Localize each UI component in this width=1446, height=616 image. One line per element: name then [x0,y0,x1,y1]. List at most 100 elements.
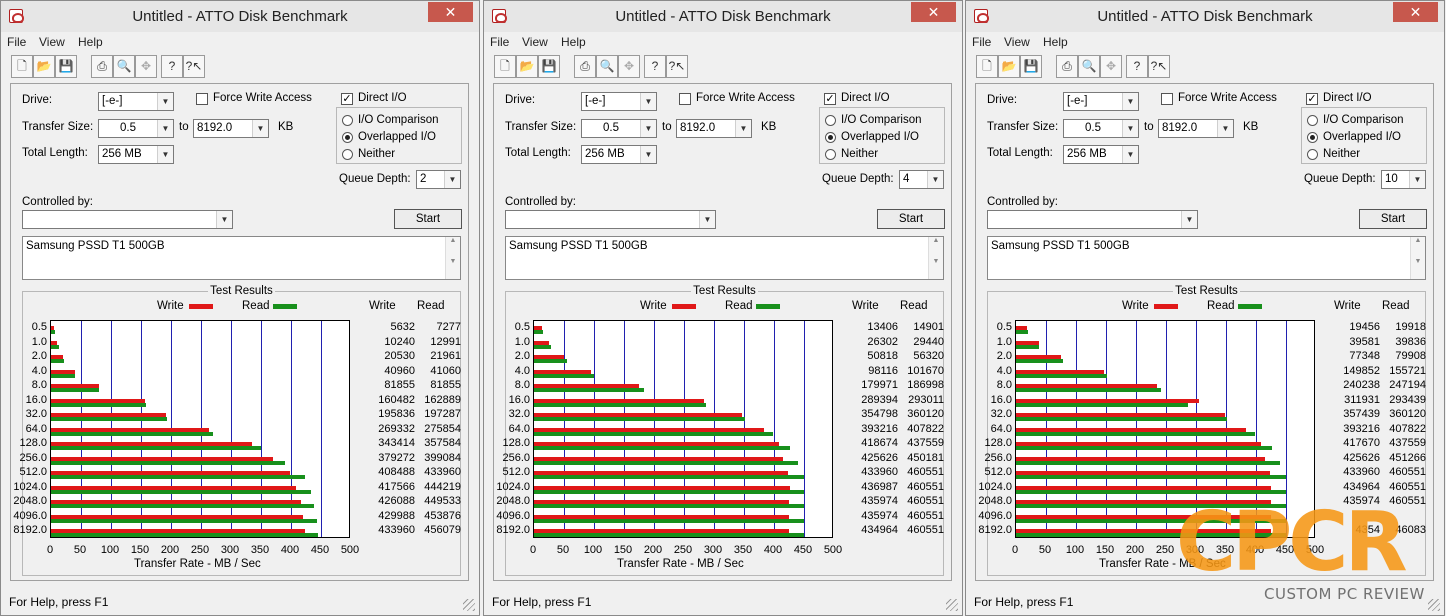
context-help-icon[interactable]: ?↖ [666,55,688,78]
description-scrollbar[interactable]: ▲ ▼ [928,237,943,279]
open-folder-icon[interactable]: 📂 [516,55,538,78]
new-file-icon[interactable]: 🗋 [976,55,998,78]
menu-help[interactable]: Help [561,35,586,49]
help-icon[interactable]: ? [644,55,666,78]
description-scrollbar[interactable]: ▲ ▼ [1410,237,1425,279]
drive-select[interactable]: [-e-] ▼ [1063,92,1139,111]
chevron-down-icon[interactable]: ▼ [699,211,715,228]
chevron-down-icon[interactable]: ▼ [157,93,173,110]
move-icon[interactable]: ✥ [618,55,640,78]
print-icon[interactable]: ⎙ [1056,55,1078,78]
start-button[interactable]: Start [394,209,462,229]
print-icon[interactable]: ⎙ [91,55,113,78]
controlled-by-select[interactable]: ▼ [987,210,1198,229]
menu-view[interactable]: View [522,35,548,49]
chevron-down-icon[interactable]: ▼ [444,171,460,188]
chevron-down-icon[interactable]: ▼ [640,146,656,163]
chevron-down-icon[interactable]: ▼ [1181,211,1197,228]
open-folder-icon[interactable]: 📂 [33,55,55,78]
chevron-down-icon[interactable]: ▼ [640,120,656,137]
force-write-checkbox[interactable] [679,93,691,105]
direct-io-checkbox[interactable]: ✓ [824,93,836,105]
chevron-down-icon[interactable]: ▼ [157,120,173,137]
description-textarea[interactable]: Samsung PSSD T1 500GB ▲ ▼ [505,236,944,280]
description-textarea[interactable]: Samsung PSSD T1 500GB ▲ ▼ [22,236,461,280]
title-bar[interactable]: Untitled - ATTO Disk Benchmark ✕ [966,1,1444,32]
menu-file[interactable]: File [490,35,509,49]
open-folder-icon[interactable]: 📂 [998,55,1020,78]
save-icon[interactable]: 💾 [1020,55,1042,78]
overlapped-io-radio[interactable] [825,132,836,143]
direct-io-checkbox[interactable]: ✓ [1306,93,1318,105]
move-icon[interactable]: ✥ [135,55,157,78]
print-preview-icon[interactable]: 🔍 [113,55,135,78]
context-help-icon[interactable]: ?↖ [183,55,205,78]
resize-grip-icon[interactable] [463,599,475,611]
menu-file[interactable]: File [7,35,26,49]
io-comparison-radio[interactable] [1307,115,1318,126]
transfer-size-to-select[interactable]: 8192.0 ▼ [193,119,269,138]
overlapped-io-radio[interactable] [342,132,353,143]
neither-radio[interactable] [825,149,836,160]
queue-depth-select[interactable]: 4 ▼ [899,170,944,189]
chevron-down-icon[interactable]: ▼ [252,120,268,137]
chevron-down-icon[interactable]: ▼ [927,171,943,188]
force-write-checkbox[interactable] [196,93,208,105]
io-comparison-radio[interactable] [825,115,836,126]
print-icon[interactable]: ⎙ [574,55,596,78]
chevron-down-icon[interactable]: ▼ [1122,146,1138,163]
force-write-checkbox[interactable] [1161,93,1173,105]
menu-view[interactable]: View [1004,35,1030,49]
transfer-size-from-select[interactable]: 0.5 ▼ [1063,119,1139,138]
transfer-size-to-select[interactable]: 8192.0 ▼ [676,119,752,138]
help-icon[interactable]: ? [1126,55,1148,78]
queue-depth-select[interactable]: 10 ▼ [1381,170,1426,189]
overlapped-io-radio[interactable] [1307,132,1318,143]
chevron-down-icon[interactable]: ▼ [735,120,751,137]
neither-radio[interactable] [1307,149,1318,160]
context-help-icon[interactable]: ?↖ [1148,55,1170,78]
drive-select[interactable]: [-e-] ▼ [98,92,174,111]
save-icon[interactable]: 💾 [55,55,77,78]
chevron-down-icon[interactable]: ▼ [640,93,656,110]
queue-depth-select[interactable]: 2 ▼ [416,170,461,189]
move-icon[interactable]: ✥ [1100,55,1122,78]
drive-select[interactable]: [-e-] ▼ [581,92,657,111]
chevron-down-icon[interactable]: ▼ [1122,120,1138,137]
total-length-select[interactable]: 256 MB ▼ [98,145,174,164]
menu-help[interactable]: Help [1043,35,1068,49]
controlled-by-select[interactable]: ▼ [505,210,716,229]
chevron-down-icon[interactable]: ▼ [157,146,173,163]
print-preview-icon[interactable]: 🔍 [1078,55,1100,78]
resize-grip-icon[interactable] [1428,599,1440,611]
io-comparison-radio[interactable] [342,115,353,126]
direct-io-checkbox[interactable]: ✓ [341,93,353,105]
close-button[interactable]: ✕ [1393,2,1438,22]
controlled-by-select[interactable]: ▼ [22,210,233,229]
help-icon[interactable]: ? [161,55,183,78]
total-length-select[interactable]: 256 MB ▼ [1063,145,1139,164]
total-length-select[interactable]: 256 MB ▼ [581,145,657,164]
close-button[interactable]: ✕ [911,2,956,22]
save-icon[interactable]: 💾 [538,55,560,78]
description-textarea[interactable]: Samsung PSSD T1 500GB ▲ ▼ [987,236,1426,280]
start-button[interactable]: Start [877,209,945,229]
description-scrollbar[interactable]: ▲ ▼ [445,237,460,279]
chevron-down-icon[interactable]: ▼ [216,211,232,228]
chevron-down-icon[interactable]: ▼ [1217,120,1233,137]
resize-grip-icon[interactable] [946,599,958,611]
start-button[interactable]: Start [1359,209,1427,229]
close-button[interactable]: ✕ [428,2,473,22]
menu-view[interactable]: View [39,35,65,49]
print-preview-icon[interactable]: 🔍 [596,55,618,78]
new-file-icon[interactable]: 🗋 [11,55,33,78]
title-bar[interactable]: Untitled - ATTO Disk Benchmark ✕ [1,1,479,32]
menu-help[interactable]: Help [78,35,103,49]
chevron-down-icon[interactable]: ▼ [1122,93,1138,110]
transfer-size-from-select[interactable]: 0.5 ▼ [98,119,174,138]
neither-radio[interactable] [342,149,353,160]
new-file-icon[interactable]: 🗋 [494,55,516,78]
transfer-size-to-select[interactable]: 8192.0 ▼ [1158,119,1234,138]
title-bar[interactable]: Untitled - ATTO Disk Benchmark ✕ [484,1,962,32]
transfer-size-from-select[interactable]: 0.5 ▼ [581,119,657,138]
